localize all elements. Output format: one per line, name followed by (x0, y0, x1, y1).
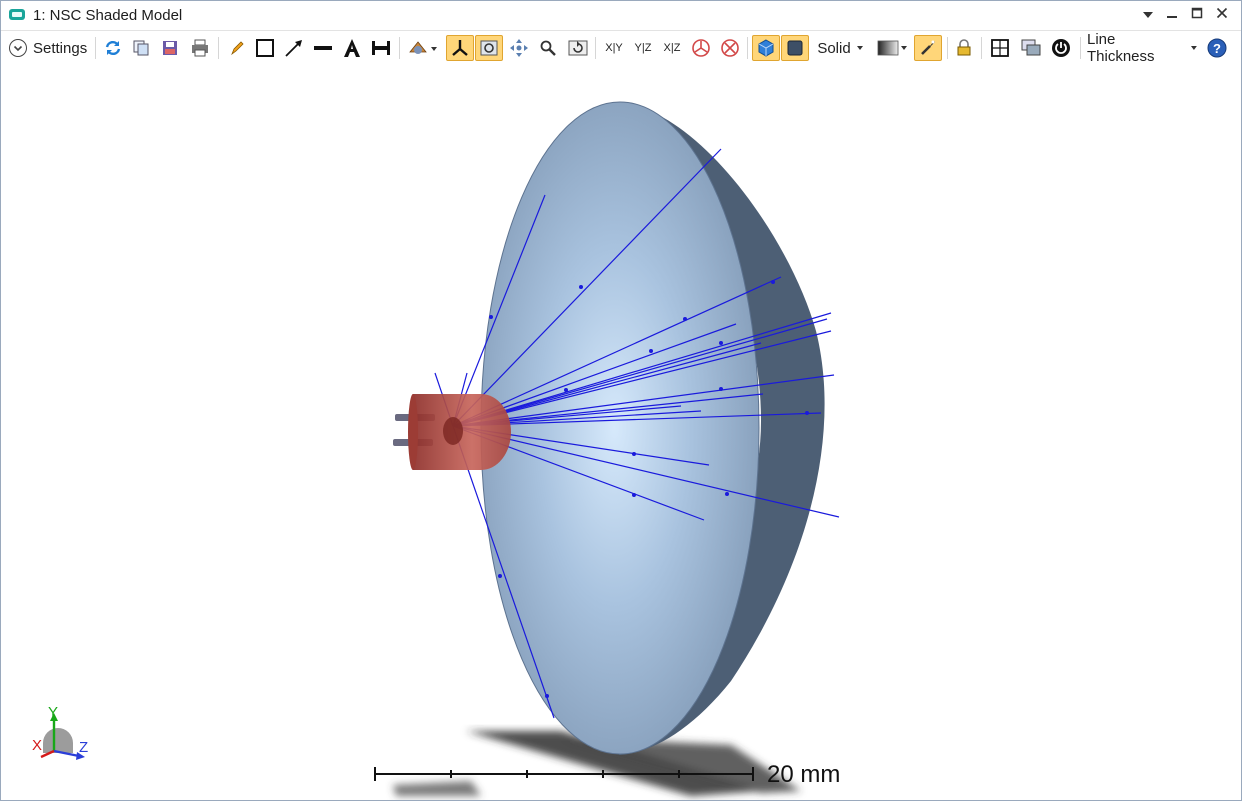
refresh-button[interactable] (101, 35, 125, 61)
pencil-icon (231, 41, 244, 56)
settings-button[interactable]: Settings (9, 35, 91, 61)
dropdown-icon[interactable] (1137, 5, 1159, 25)
arrow-tool[interactable] (282, 35, 306, 61)
chevron-down-icon (1191, 46, 1198, 50)
window-icon (1021, 39, 1041, 56)
refresh-icon (105, 40, 121, 56)
camera-icon (409, 41, 437, 54)
no-fan-button[interactable] (718, 35, 742, 61)
zoom-icon (540, 40, 556, 56)
zoom-button[interactable] (536, 35, 560, 61)
view-xy-button[interactable]: X|Y (601, 35, 627, 61)
lock-button[interactable] (952, 35, 976, 61)
line-thickness-label: Line Thickness (1087, 31, 1155, 65)
print-button[interactable] (187, 35, 213, 61)
render-mode-label: Solid (817, 39, 851, 57)
solid-icon (787, 40, 803, 56)
copy-icon (133, 40, 149, 56)
3d-viewport[interactable]: Y X Z 20 mm (1, 65, 1241, 800)
view-yz-button[interactable]: Y|Z (630, 35, 656, 61)
fit-icon (480, 40, 498, 56)
line-icon (314, 46, 332, 50)
axes-icon (452, 40, 468, 56)
axis-x-label: X (32, 737, 43, 754)
scale-bar-label: 20 mm (767, 761, 841, 788)
line-thickness-dropdown[interactable]: Line Thickness (1087, 31, 1199, 65)
dimension-icon (372, 41, 390, 55)
rectangle-icon (256, 39, 274, 57)
window-button[interactable] (1018, 35, 1044, 61)
nsc-shaded-model-window: 1: NSC Shaded Model Settings X|Y Y|Z X|Z… (0, 0, 1242, 801)
power-icon (1052, 39, 1070, 57)
view-xz-button[interactable]: X|Z (659, 35, 685, 61)
rectangle-tool[interactable] (253, 35, 277, 61)
title-bar: 1: NSC Shaded Model (1, 1, 1241, 31)
shade-button[interactable] (752, 35, 780, 61)
maximize-button[interactable] (1186, 5, 1208, 25)
camera-dropdown[interactable] (405, 35, 441, 61)
copy-button[interactable] (129, 35, 153, 61)
save-button[interactable] (158, 35, 182, 61)
print-icon (192, 39, 208, 57)
lock-icon (957, 39, 971, 56)
pencil-tool[interactable] (225, 35, 249, 61)
text-icon (344, 39, 360, 57)
fan-icon (692, 39, 710, 57)
fit-button[interactable] (475, 35, 503, 61)
line-tool[interactable] (311, 35, 335, 61)
axis-y-label: Y (48, 704, 59, 721)
axes-button[interactable] (446, 35, 474, 61)
light-icon (921, 40, 935, 55)
render-mode-dropdown[interactable]: Solid (815, 35, 867, 61)
app-icon (9, 9, 25, 20)
dimension-tool[interactable] (369, 35, 393, 61)
fan-button[interactable] (689, 35, 713, 61)
layout-icon (991, 39, 1009, 57)
toolbar: Settings X|Y Y|Z X|Z Solid Line Thicknes… (1, 31, 1241, 65)
settings-chevron-icon (9, 39, 27, 57)
help-icon: ? (1207, 38, 1227, 58)
pan-button[interactable] (506, 35, 532, 61)
text-tool[interactable] (340, 35, 364, 61)
pan-icon (510, 39, 528, 57)
minimize-button[interactable] (1161, 5, 1183, 25)
close-button[interactable] (1211, 5, 1233, 25)
no-fan-icon (721, 39, 739, 57)
save-icon (163, 41, 177, 55)
shaded-model-canvas (40, 101, 840, 796)
reset-view-icon (568, 40, 588, 56)
led-source (393, 394, 511, 470)
gradient-icon (877, 40, 907, 56)
light-button[interactable] (914, 35, 942, 61)
reset-view-button[interactable] (565, 35, 591, 61)
chevron-down-icon (856, 46, 863, 50)
window-title: 1: NSC Shaded Model (33, 7, 183, 24)
solid-view-button[interactable] (781, 35, 809, 61)
power-button[interactable] (1048, 35, 1074, 61)
svg-text:?: ? (1213, 41, 1221, 56)
reflector-dish (480, 101, 760, 755)
shade-icon (758, 39, 774, 57)
gradient-dropdown[interactable] (874, 35, 910, 61)
arrow-icon (285, 40, 302, 57)
settings-label: Settings (33, 39, 88, 57)
layout-button[interactable] (987, 35, 1013, 61)
help-button[interactable]: ? (1205, 35, 1229, 61)
axis-z-label: Z (79, 739, 89, 756)
